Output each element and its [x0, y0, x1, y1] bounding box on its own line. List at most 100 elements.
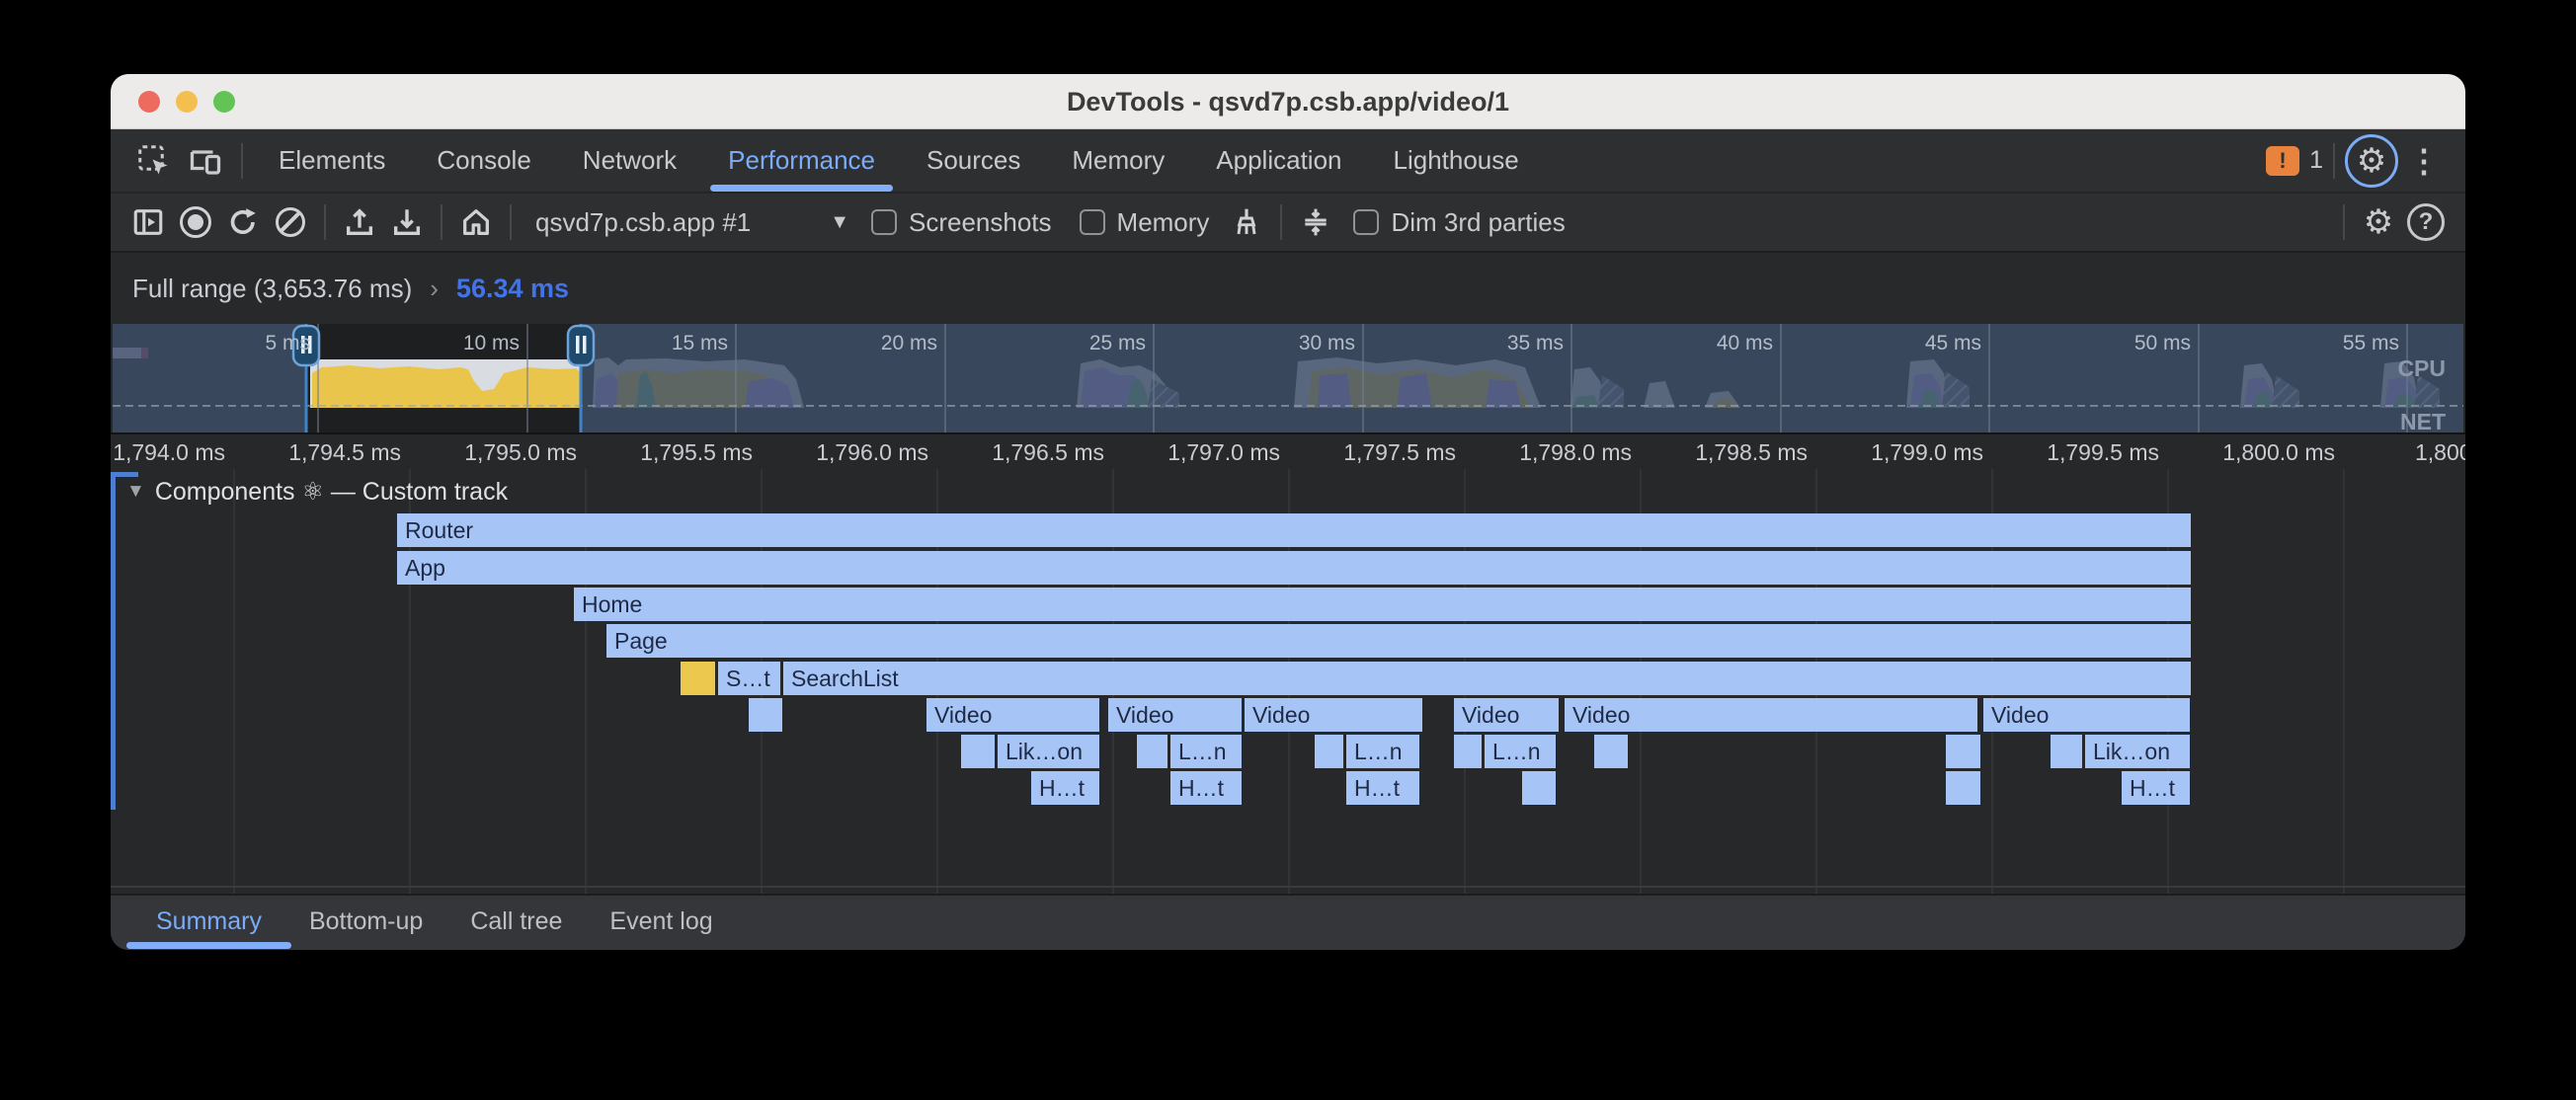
flame-bar-ln[interactable]: L…n: [1346, 735, 1419, 768]
flame-bar[interactable]: [1454, 735, 1482, 768]
flame-bar-video[interactable]: Video: [1565, 698, 1977, 732]
flame-bar-video[interactable]: Video: [1108, 698, 1242, 732]
overview-tick-label: 25 ms: [1007, 332, 1146, 355]
active-tab-underline: [710, 185, 893, 192]
flame-bar[interactable]: [961, 735, 995, 768]
flame-bar-likon[interactable]: Lik…on: [998, 735, 1099, 768]
dim-3rd-parties-checkbox[interactable]: Dim 3rd parties: [1353, 207, 1565, 238]
flame-bar-label: Video: [1462, 702, 1519, 728]
flame-bar[interactable]: [1522, 771, 1556, 805]
screenshots-checkbox[interactable]: Screenshots: [871, 207, 1052, 238]
flame-bar-ln[interactable]: L…n: [1170, 735, 1242, 768]
flame-bar-video[interactable]: Video: [1245, 698, 1422, 732]
tab-elements[interactable]: Elements: [253, 129, 411, 192]
reload-and-record-button[interactable]: [219, 198, 267, 246]
collect-garbage-button[interactable]: [1223, 198, 1270, 246]
flame-bar-app[interactable]: App: [397, 551, 2191, 585]
toggle-sidebar-button[interactable]: [124, 198, 172, 246]
overview-tick-label: 15 ms: [590, 332, 728, 355]
tab-console[interactable]: Console: [411, 129, 556, 192]
track-title: Components ⚛ — Custom track: [155, 477, 508, 507]
flame-bar-page[interactable]: Page: [606, 624, 2191, 658]
ruler-label: 1,798.5 ms: [1648, 439, 1808, 466]
flame-bar-ln[interactable]: L…n: [1485, 735, 1556, 768]
issues-button[interactable]: ! 1: [2266, 146, 2323, 176]
ruler-label: 1,794.0 ms: [111, 439, 225, 466]
flame-bar-home[interactable]: Home: [574, 588, 2191, 621]
tab-performance[interactable]: Performance: [702, 129, 901, 192]
flame-bar-ht[interactable]: H…t: [1031, 771, 1099, 805]
selected-range-label[interactable]: 56.34 ms: [456, 274, 569, 304]
flame-bar-st[interactable]: S…t: [718, 662, 780, 695]
overview-tick-label: 10 ms: [381, 332, 520, 355]
flame-bar-video[interactable]: Video: [926, 698, 1099, 732]
flame-bar[interactable]: [749, 698, 782, 732]
target-selector[interactable]: qsvd7p.csb.app #1 ▼: [522, 207, 857, 238]
ruler-label: 1,800: [2415, 439, 2465, 466]
ruler-label: 1,794.5 ms: [241, 439, 401, 466]
overview-tick-label: 55 ms: [2261, 332, 2399, 355]
main-tabs: ElementsConsoleNetworkPerformanceSources…: [253, 129, 1545, 192]
flame-bar-likon[interactable]: Lik…on: [2085, 735, 2190, 768]
flame-bar[interactable]: [1946, 771, 1980, 805]
flame-bar-label: S…t: [726, 666, 770, 691]
titlebar: DevTools - qsvd7p.csb.app/video/1: [111, 74, 2465, 129]
record-icon: [180, 206, 211, 238]
flame-bar-video[interactable]: Video: [1983, 698, 2190, 732]
close-window-button[interactable]: [138, 91, 160, 113]
tab-application[interactable]: Application: [1190, 129, 1367, 192]
flame-bar[interactable]: [1594, 735, 1628, 768]
disclosure-triangle-icon[interactable]: ▼: [126, 481, 145, 503]
flame-bar[interactable]: [2051, 735, 2082, 768]
tab-memory[interactable]: Memory: [1046, 129, 1190, 192]
divider: [441, 204, 443, 240]
overview-tick-label: 30 ms: [1217, 332, 1355, 355]
flame-bar-label: Lik…on: [1006, 739, 1083, 764]
full-range-label[interactable]: Full range (3,653.76 ms): [132, 274, 412, 304]
ruler-label: 1,798.0 ms: [1472, 439, 1632, 466]
flame-bar-label: H…t: [1039, 775, 1085, 801]
record-button[interactable]: [172, 198, 219, 246]
flame-bar-ht[interactable]: H…t: [2122, 771, 2190, 805]
details-tab-summary[interactable]: Summary: [132, 895, 285, 950]
home-button[interactable]: [452, 198, 500, 246]
flame-bar-router[interactable]: Router: [397, 513, 2191, 547]
tab-network[interactable]: Network: [557, 129, 702, 192]
capture-settings-button[interactable]: ⚙: [2355, 198, 2402, 246]
flame-bar-ht[interactable]: H…t: [1170, 771, 1242, 805]
flame-bar[interactable]: [1946, 735, 1980, 768]
tab-sources[interactable]: Sources: [901, 129, 1046, 192]
grid-line: [2343, 469, 2345, 894]
settings-button-focused[interactable]: ⚙: [2345, 134, 2398, 188]
device-toolbar-icon[interactable]: [180, 135, 231, 187]
flame-bar[interactable]: [1137, 735, 1167, 768]
inspect-element-icon[interactable]: [128, 135, 180, 187]
flame-bar-video[interactable]: Video: [1454, 698, 1559, 732]
flame-bar-searchlist[interactable]: SearchList: [783, 662, 2191, 695]
timeline-overview[interactable]: 5 ms10 ms15 ms20 ms25 ms30 ms35 ms40 ms4…: [113, 324, 2463, 432]
ruler-label: 1,799.0 ms: [1823, 439, 1983, 466]
download-profile-button[interactable]: [383, 198, 431, 246]
divider: [510, 204, 512, 240]
flame-bar[interactable]: [1315, 735, 1343, 768]
clear-button[interactable]: [267, 198, 314, 246]
tab-lighthouse[interactable]: Lighthouse: [1368, 129, 1545, 192]
main-tabbar: ElementsConsoleNetworkPerformanceSources…: [111, 129, 2465, 192]
more-options-button[interactable]: ⋮: [2398, 135, 2450, 187]
zoom-window-button[interactable]: [213, 91, 235, 113]
help-button[interactable]: ?: [2402, 198, 2450, 246]
flame-bar[interactable]: [681, 662, 715, 695]
flame-chart[interactable]: ▼ Components ⚛ — Custom track RouterAppH…: [111, 469, 2465, 894]
minimize-window-button[interactable]: [176, 91, 198, 113]
details-tab-bottom-up[interactable]: Bottom-up: [285, 895, 446, 950]
upload-profile-button[interactable]: [336, 198, 383, 246]
flame-bar-ht[interactable]: H…t: [1346, 771, 1419, 805]
collapse-button[interactable]: [1292, 198, 1339, 246]
details-tab-event-log[interactable]: Event log: [586, 895, 736, 950]
details-tab-call-tree[interactable]: Call tree: [446, 895, 586, 950]
track-header[interactable]: ▼ Components ⚛ — Custom track: [126, 477, 508, 507]
flame-bar-label: Video: [934, 702, 992, 728]
flame-bar-label: L…n: [1354, 739, 1403, 764]
time-ruler: 1,794.0 ms1,794.5 ms1,795.0 ms1,795.5 ms…: [111, 432, 2465, 469]
memory-checkbox[interactable]: Memory: [1080, 207, 1210, 238]
